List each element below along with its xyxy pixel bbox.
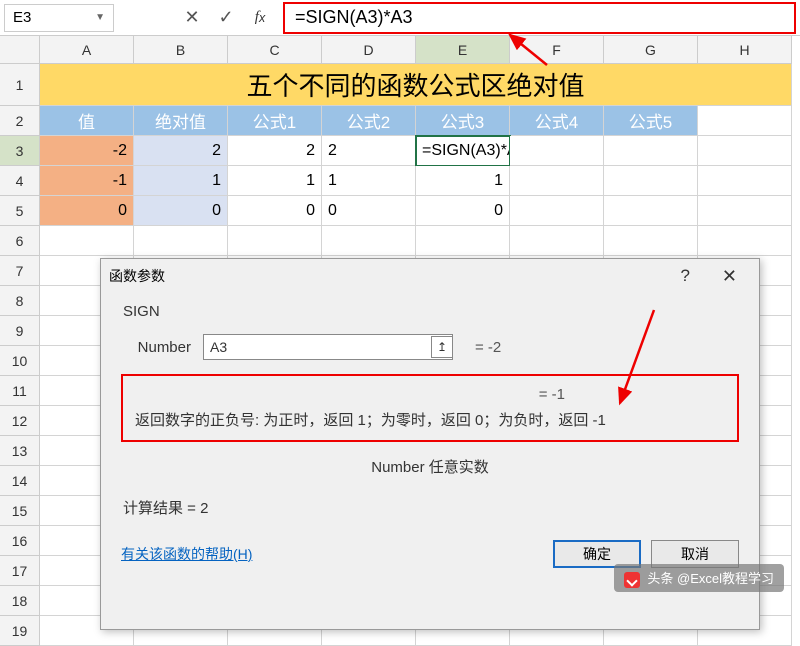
cell[interactable] [228,226,322,256]
formula-text: =SIGN(A3)*A3 [295,7,413,28]
cell[interactable] [510,196,604,226]
help-link[interactable]: 有关该函数的帮助(H) [121,544,252,564]
cell[interactable] [40,226,134,256]
dialog-title: 函数参数 [109,266,165,286]
cell[interactable] [604,196,698,226]
cell[interactable] [604,226,698,256]
cell[interactable] [510,166,604,196]
cell[interactable]: -2 [40,136,134,166]
row-header[interactable]: 7 [0,256,40,286]
row-header[interactable]: 19 [0,616,40,646]
arg-evaluation: = -2 [475,339,501,356]
cell[interactable]: 0 [228,196,322,226]
header-cell[interactable]: 值 [40,106,134,136]
watermark: 头条 @Excel教程学习 [614,564,784,592]
col-header[interactable]: B [134,36,228,64]
row-header[interactable]: 9 [0,316,40,346]
col-header[interactable]: G [604,36,698,64]
row-header[interactable]: 1 [0,64,40,106]
name-box[interactable]: E3 ▼ [4,4,114,32]
row-header[interactable]: 8 [0,286,40,316]
select-all-corner[interactable] [0,36,40,64]
cell[interactable] [510,226,604,256]
arg-input-value: A3 [210,339,445,355]
header-cell[interactable]: 公式1 [228,106,322,136]
row-header[interactable]: 17 [0,556,40,586]
row-header[interactable]: 14 [0,466,40,496]
cell[interactable]: 0 [40,196,134,226]
name-box-value: E3 [13,9,31,26]
col-header[interactable]: E [416,36,510,64]
cell[interactable]: 1 [134,166,228,196]
calculation-result: 计算结果 = 2 [123,497,737,518]
collapse-dialog-icon[interactable]: ↥ [431,336,453,358]
cell[interactable] [322,226,416,256]
fx-icon[interactable]: fx [245,4,275,32]
row-header[interactable]: 15 [0,496,40,526]
cell[interactable] [698,166,792,196]
cell[interactable]: 1 [416,166,510,196]
row-header[interactable]: 13 [0,436,40,466]
cell[interactable]: -1 [40,166,134,196]
cell[interactable] [510,136,604,166]
cell[interactable] [698,196,792,226]
header-cell[interactable]: 公式5 [604,106,698,136]
arg-label: Number [121,339,191,356]
header-cell[interactable]: 公式3 [416,106,510,136]
header-cell[interactable]: 公式4 [510,106,604,136]
col-header[interactable]: H [698,36,792,64]
row-header[interactable]: 6 [0,226,40,256]
row-header[interactable]: 10 [0,346,40,376]
dialog-titlebar[interactable]: 函数参数 ? ✕ [101,259,759,293]
row-header[interactable]: 16 [0,526,40,556]
formula-bar: E3 ▼ ✕ ✓ fx =SIGN(A3)*A3 [0,0,800,36]
chevron-down-icon[interactable]: ▼ [95,12,105,23]
row-header[interactable]: 5 [0,196,40,226]
row-header[interactable]: 4 [0,166,40,196]
row-header[interactable]: 12 [0,406,40,436]
cell[interactable] [604,166,698,196]
cell[interactable]: 0 [134,196,228,226]
active-cell[interactable]: =SIGN(A3)*A3 [416,136,510,166]
cell[interactable] [134,226,228,256]
toutiao-logo-icon [624,572,640,588]
cell[interactable] [698,136,792,166]
row-header[interactable]: 2 [0,106,40,136]
cell[interactable]: 0 [322,196,416,226]
cell[interactable]: 2 [228,136,322,166]
accept-formula-icon[interactable]: ✓ [211,4,241,32]
cell[interactable]: 2 [134,136,228,166]
header-cell[interactable]: 绝对值 [134,106,228,136]
result-preview: = -1 [135,386,725,403]
cell[interactable]: 0 [416,196,510,226]
arg-input[interactable]: A3 [203,334,453,360]
row-header[interactable]: 3 [0,136,40,166]
cancel-formula-icon[interactable]: ✕ [177,4,207,32]
row-header[interactable]: 11 [0,376,40,406]
cell[interactable] [604,136,698,166]
col-header[interactable]: C [228,36,322,64]
cell[interactable]: 2 [322,136,416,166]
row-header[interactable]: 18 [0,586,40,616]
function-name: SIGN [123,303,739,320]
cell[interactable] [698,226,792,256]
argument-description: Number 任意实数 [121,456,739,477]
help-icon[interactable]: ? [662,266,707,286]
description-highlight: = -1 返回数字的正负号: 为正时，返回 1；为零时，返回 0；为负时，返回 … [121,374,739,442]
col-header[interactable]: A [40,36,134,64]
header-cell[interactable]: 公式2 [322,106,416,136]
watermark-text: 头条 @Excel教程学习 [647,571,774,586]
function-description: 返回数字的正负号: 为正时，返回 1；为零时，返回 0；为负时，返回 -1 [135,409,725,430]
cell[interactable] [416,226,510,256]
col-header[interactable]: F [510,36,604,64]
cell[interactable]: 1 [322,166,416,196]
cell[interactable] [698,106,792,136]
cell[interactable]: 1 [228,166,322,196]
formula-input[interactable]: =SIGN(A3)*A3 [283,2,796,34]
close-icon[interactable]: ✕ [708,266,751,287]
col-header[interactable]: D [322,36,416,64]
title-cell[interactable]: 五个不同的函数公式区绝对值 [40,64,792,106]
